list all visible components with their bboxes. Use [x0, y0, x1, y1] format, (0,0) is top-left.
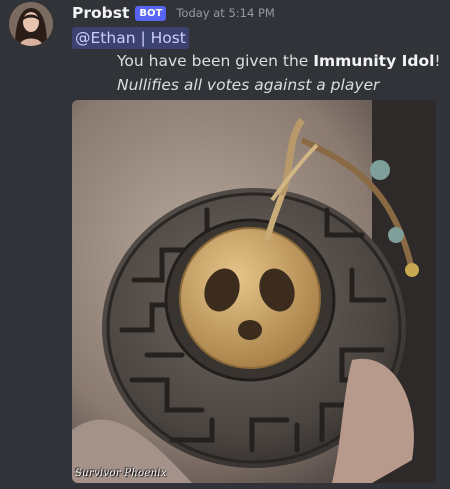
immunity-idol-image-icon	[72, 100, 436, 483]
message-text-suffix: !	[434, 52, 441, 70]
avatar-portrait-icon	[9, 2, 53, 46]
message-header: Probst BOT Today at 5:14 PM	[72, 2, 275, 24]
embed-image[interactable]: Survivor Phoenix	[72, 100, 436, 483]
bot-badge: BOT	[135, 5, 167, 21]
user-mention[interactable]: @Ethan | Host	[72, 27, 189, 49]
author-avatar[interactable]	[9, 2, 53, 46]
message-text: You have been given the Immunity Idol!	[117, 52, 441, 70]
image-watermark: Survivor Phoenix	[75, 468, 167, 479]
message-timestamp[interactable]: Today at 5:14 PM	[176, 6, 274, 20]
item-name: Immunity Idol	[313, 52, 435, 70]
item-description: Nullifies all votes against a player	[117, 76, 380, 94]
message-text-prefix: You have been given the	[117, 52, 314, 70]
chat-message: Probst BOT Today at 5:14 PM @Ethan | Hos…	[0, 0, 450, 489]
author-username[interactable]: Probst	[72, 4, 129, 22]
